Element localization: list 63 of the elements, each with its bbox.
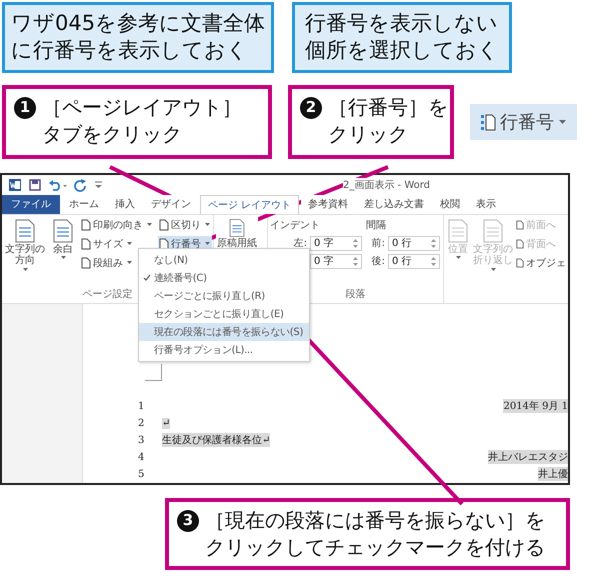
page-icon [516,256,524,269]
margin-corner-mark [145,364,162,381]
ribbon-button[interactable]: 区切り [158,216,212,233]
ribbon-button[interactable]: 原稿用紙 [216,216,258,250]
file-tab[interactable]: ファイル [2,194,60,214]
field-label: 後: [370,255,386,268]
word-logo-icon [8,178,22,192]
spinner-arrows-icon [431,256,436,266]
undo-icon [48,178,68,192]
document-text: ↵ [162,418,170,429]
spin-field[interactable]: 0 字 [310,254,362,269]
spinner-arrows-icon [353,238,358,248]
spin-field[interactable]: 0 行 [388,236,440,251]
checkmark-icon [142,274,150,282]
step-number: 1 [14,96,36,119]
step-text: ［ページレイアウト］ タブをクリック [42,94,242,148]
group-label: ページ設定 [82,288,132,302]
document-text: 2014年 9月 1 [503,399,568,414]
document-text: 生徒及び保護者様各位↵ [162,433,270,448]
page-icon [159,218,169,231]
group-label: 段落 [346,288,366,302]
document-text: 井上優 [538,467,568,482]
spin-field[interactable]: 0 行 [388,254,440,269]
button-label: 行番号 [500,110,554,134]
customize-icon [94,178,103,191]
instruction-note: 行番号を表示しない 個所を選択しておく [292,2,512,73]
spinner-arrows-icon [353,256,358,266]
page-icon [516,218,524,231]
document-icon [51,218,75,244]
line-number: 3 [138,434,146,446]
ribbon-button[interactable]: 印刷の向き [80,216,154,233]
spinner-arrows-icon [431,238,436,248]
step-text: ［行番号］を クリック [328,94,448,148]
spin-field[interactable]: 0 字 [310,236,362,251]
menu-item[interactable]: 連続番号(C) [139,268,309,287]
redo-icon [74,178,88,192]
page-icon [81,238,91,250]
page-icon [516,238,524,250]
document-icon [481,218,505,244]
instruction-note: ワザ045を参考に文書全体 に行番号を表示しておく [2,2,274,73]
line-number: 2 [138,418,146,429]
save-icon [28,178,42,192]
menu-item[interactable]: ページごとに振り直し(R) [139,286,309,305]
document-text: 井上バレエスタジ [488,450,568,464]
document-icon [446,218,470,244]
ribbon-button[interactable]: 文字列の 方向 [4,216,46,273]
line-number: 5 [138,468,146,480]
step-number: 3 [177,510,199,532]
step-text: ［現在の段落には番号を振らない］を クリックしてチェックマークを付ける [205,506,545,561]
line-number: 4 [138,452,146,463]
field-label: 前: [370,237,386,250]
menu-item[interactable]: セクションごとに振り直し(E) [139,304,309,323]
field-label: 左: [292,237,308,250]
menu-item[interactable]: 現在の段落には番号を振らない(S) [139,322,309,341]
line-number: 1 [138,400,146,412]
line-numbers-icon [480,112,496,131]
menu-item[interactable]: 行番号オプション(L)... [139,340,309,359]
document-icon [13,218,37,244]
page-icon [81,256,91,269]
step-number: 2 [300,96,322,119]
page-icon [81,218,91,231]
ribbon-tab[interactable]: ページ レイアウト [200,194,300,214]
window-title: 2_画面表示 - Word [343,178,430,192]
